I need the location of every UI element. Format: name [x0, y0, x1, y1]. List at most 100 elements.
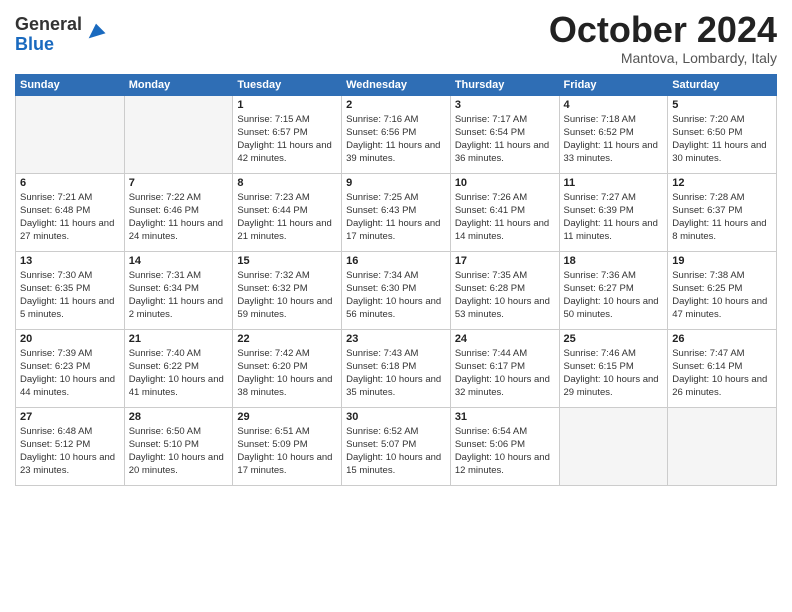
day-info: Sunrise: 7:15 AMSunset: 6:57 PMDaylight:… — [237, 113, 337, 166]
day-number: 11 — [564, 177, 664, 189]
day-info: Sunrise: 6:51 AMSunset: 5:09 PMDaylight:… — [237, 425, 337, 478]
day-info: Sunrise: 7:30 AMSunset: 6:35 PMDaylight:… — [20, 269, 120, 322]
day-number: 5 — [672, 99, 772, 111]
day-info: Sunrise: 7:25 AMSunset: 6:43 PMDaylight:… — [346, 191, 446, 244]
calendar-cell: 27 Sunrise: 6:48 AMSunset: 5:12 PMDayligh… — [16, 407, 125, 485]
day-number: 3 — [455, 99, 555, 111]
calendar-table: Sunday Monday Tuesday Wednesday Thursday… — [15, 74, 777, 486]
day-info: Sunrise: 7:39 AMSunset: 6:23 PMDaylight:… — [20, 347, 120, 400]
day-number: 31 — [455, 411, 555, 423]
day-info: Sunrise: 7:43 AMSunset: 6:18 PMDaylight:… — [346, 347, 446, 400]
day-info: Sunrise: 7:31 AMSunset: 6:34 PMDaylight:… — [129, 269, 229, 322]
calendar-week-row: 27 Sunrise: 6:48 AMSunset: 5:12 PMDayligh… — [16, 407, 777, 485]
calendar-week-row: 6Sunrise: 7:21 AMSunset: 6:48 PMDaylight… — [16, 173, 777, 251]
day-number: 15 — [237, 255, 337, 267]
day-number: 28 — [129, 411, 229, 423]
day-number: 27 — [20, 411, 120, 423]
calendar-cell: 4Sunrise: 7:18 AMSunset: 6:52 PMDaylight… — [559, 95, 668, 173]
day-number: 16 — [346, 255, 446, 267]
calendar-cell: 14 Sunrise: 7:31 AMSunset: 6:34 PMDayligh… — [124, 251, 233, 329]
calendar-cell: 11 Sunrise: 7:27 AMSunset: 6:39 PMDayligh… — [559, 173, 668, 251]
page: General Blue October 2024 Mantova, Lomba… — [0, 0, 792, 612]
calendar-cell: 21Sunrise: 7:40 AMSunset: 6:22 PMDayligh… — [124, 329, 233, 407]
day-number: 29 — [237, 411, 337, 423]
day-number: 14 — [129, 255, 229, 267]
day-number: 13 — [20, 255, 120, 267]
calendar-cell: 30 Sunrise: 6:52 AMSunset: 5:07 PMDayligh… — [342, 407, 451, 485]
header-sunday: Sunday — [16, 74, 125, 95]
calendar-cell: 8 Sunrise: 7:23 AMSunset: 6:44 PMDaylight… — [233, 173, 342, 251]
calendar-cell: 9 Sunrise: 7:25 AMSunset: 6:43 PMDaylight… — [342, 173, 451, 251]
header-monday: Monday — [124, 74, 233, 95]
day-info: Sunrise: 7:46 AMSunset: 6:15 PMDaylight:… — [564, 347, 664, 400]
calendar-cell: 2 Sunrise: 7:16 AMSunset: 6:56 PMDaylight… — [342, 95, 451, 173]
day-number: 9 — [346, 177, 446, 189]
day-info: Sunrise: 7:27 AMSunset: 6:39 PMDaylight:… — [564, 191, 664, 244]
calendar-cell: 17Sunrise: 7:35 AMSunset: 6:28 PMDayligh… — [450, 251, 559, 329]
calendar-cell — [16, 95, 125, 173]
calendar-cell: 7Sunrise: 7:22 AMSunset: 6:46 PMDaylight… — [124, 173, 233, 251]
day-number: 26 — [672, 333, 772, 345]
day-number: 2 — [346, 99, 446, 111]
day-info: Sunrise: 7:42 AMSunset: 6:20 PMDaylight:… — [237, 347, 337, 400]
day-info: Sunrise: 6:50 AMSunset: 5:10 PMDaylight:… — [129, 425, 229, 478]
calendar-cell: 23 Sunrise: 7:43 AMSunset: 6:18 PMDayligh… — [342, 329, 451, 407]
day-info: Sunrise: 7:23 AMSunset: 6:44 PMDaylight:… — [237, 191, 337, 244]
day-info: Sunrise: 7:22 AMSunset: 6:46 PMDaylight:… — [129, 191, 229, 244]
calendar-cell: 5Sunrise: 7:20 AMSunset: 6:50 PMDaylight… — [668, 95, 777, 173]
calendar-cell: 3 Sunrise: 7:17 AMSunset: 6:54 PMDaylight… — [450, 95, 559, 173]
calendar-week-row: 20 Sunrise: 7:39 AMSunset: 6:23 PMDayligh… — [16, 329, 777, 407]
weekday-header-row: Sunday Monday Tuesday Wednesday Thursday… — [16, 74, 777, 95]
header-saturday: Saturday — [668, 74, 777, 95]
day-number: 6 — [20, 177, 120, 189]
calendar-cell: 10Sunrise: 7:26 AMSunset: 6:41 PMDayligh… — [450, 173, 559, 251]
day-number: 24 — [455, 333, 555, 345]
calendar-cell: 6Sunrise: 7:21 AMSunset: 6:48 PMDaylight… — [16, 173, 125, 251]
day-number: 20 — [20, 333, 120, 345]
calendar-cell: 1Sunrise: 7:15 AMSunset: 6:57 PMDaylight… — [233, 95, 342, 173]
day-info: Sunrise: 7:36 AMSunset: 6:27 PMDaylight:… — [564, 269, 664, 322]
month-title: October 2024 — [549, 10, 777, 50]
calendar-cell: 15Sunrise: 7:32 AMSunset: 6:32 PMDayligh… — [233, 251, 342, 329]
day-info: Sunrise: 6:48 AMSunset: 5:12 PMDaylight:… — [20, 425, 120, 478]
day-number: 18 — [564, 255, 664, 267]
logo-text: General Blue — [15, 15, 82, 55]
logo-icon — [85, 20, 107, 42]
header-tuesday: Tuesday — [233, 74, 342, 95]
header-friday: Friday — [559, 74, 668, 95]
day-number: 21 — [129, 333, 229, 345]
calendar-cell: 25 Sunrise: 7:46 AMSunset: 6:15 PMDayligh… — [559, 329, 668, 407]
day-info: Sunrise: 7:28 AMSunset: 6:37 PMDaylight:… — [672, 191, 772, 244]
day-number: 25 — [564, 333, 664, 345]
day-info: Sunrise: 7:17 AMSunset: 6:54 PMDaylight:… — [455, 113, 555, 166]
title-block: October 2024 Mantova, Lombardy, Italy — [549, 10, 777, 66]
calendar-cell: 12 Sunrise: 7:28 AMSunset: 6:37 PMDayligh… — [668, 173, 777, 251]
calendar-cell: 20 Sunrise: 7:39 AMSunset: 6:23 PMDayligh… — [16, 329, 125, 407]
day-info: Sunrise: 7:18 AMSunset: 6:52 PMDaylight:… — [564, 113, 664, 166]
day-number: 30 — [346, 411, 446, 423]
location-subtitle: Mantova, Lombardy, Italy — [549, 50, 777, 66]
day-number: 12 — [672, 177, 772, 189]
calendar-cell: 24Sunrise: 7:44 AMSunset: 6:17 PMDayligh… — [450, 329, 559, 407]
day-info: Sunrise: 7:38 AMSunset: 6:25 PMDaylight:… — [672, 269, 772, 322]
day-number: 19 — [672, 255, 772, 267]
logo-blue: Blue — [15, 35, 82, 55]
calendar-cell: 22Sunrise: 7:42 AMSunset: 6:20 PMDayligh… — [233, 329, 342, 407]
calendar-cell: 28 Sunrise: 6:50 AMSunset: 5:10 PMDayligh… — [124, 407, 233, 485]
calendar-week-row: 13 Sunrise: 7:30 AMSunset: 6:35 PMDayligh… — [16, 251, 777, 329]
day-info: Sunrise: 6:52 AMSunset: 5:07 PMDaylight:… — [346, 425, 446, 478]
day-number: 23 — [346, 333, 446, 345]
calendar-cell: 19 Sunrise: 7:38 AMSunset: 6:25 PMDayligh… — [668, 251, 777, 329]
day-info: Sunrise: 7:47 AMSunset: 6:14 PMDaylight:… — [672, 347, 772, 400]
calendar-cell — [668, 407, 777, 485]
day-number: 10 — [455, 177, 555, 189]
day-info: Sunrise: 7:16 AMSunset: 6:56 PMDaylight:… — [346, 113, 446, 166]
day-info: Sunrise: 6:54 AMSunset: 5:06 PMDaylight:… — [455, 425, 555, 478]
calendar-cell — [559, 407, 668, 485]
header-wednesday: Wednesday — [342, 74, 451, 95]
day-info: Sunrise: 7:34 AMSunset: 6:30 PMDaylight:… — [346, 269, 446, 322]
day-number: 17 — [455, 255, 555, 267]
day-number: 8 — [237, 177, 337, 189]
calendar-cell — [124, 95, 233, 173]
calendar-cell: 29 Sunrise: 6:51 AMSunset: 5:09 PMDayligh… — [233, 407, 342, 485]
